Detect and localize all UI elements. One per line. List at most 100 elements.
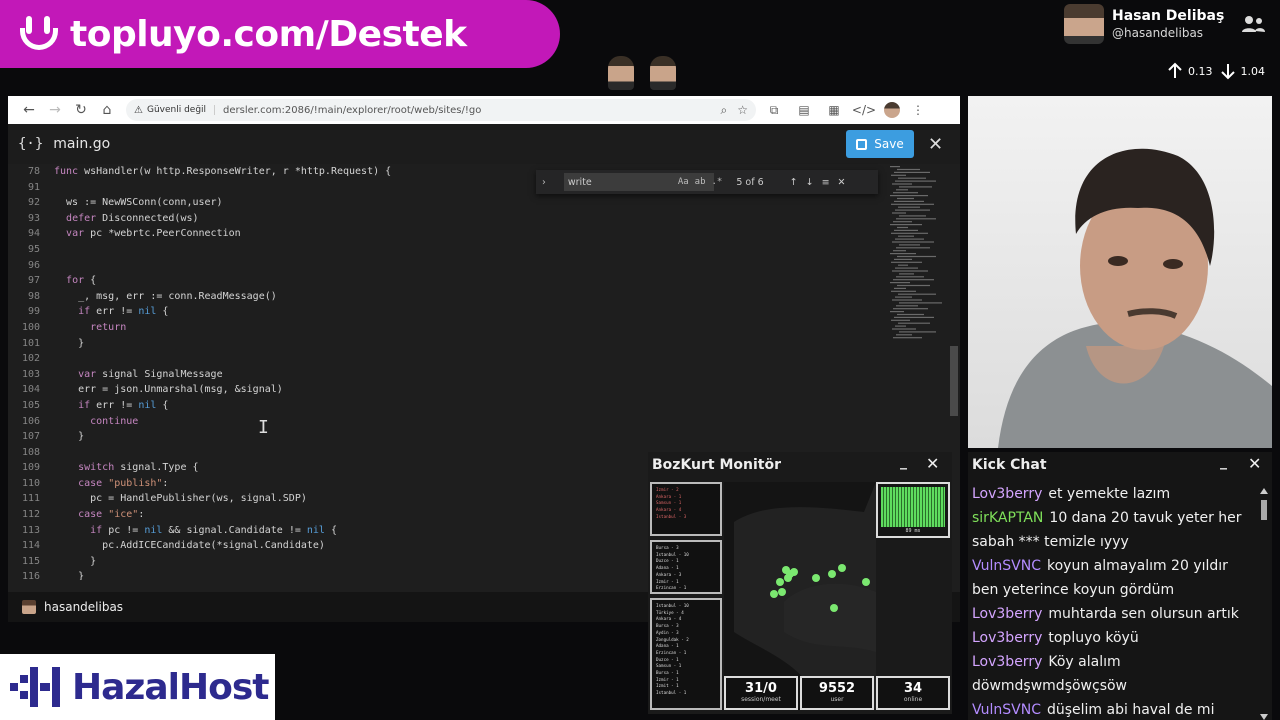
whole-word-icon[interactable]: ab bbox=[695, 177, 706, 187]
line-number: 105 bbox=[21, 399, 40, 411]
minimize-icon[interactable]: _ bbox=[900, 454, 907, 470]
streamer-handle: @hasandelibas bbox=[1112, 26, 1204, 40]
chat-text: et yemekte lazım bbox=[1048, 486, 1171, 502]
line-number: 95 bbox=[27, 243, 40, 255]
forward-icon[interactable]: → bbox=[42, 99, 68, 121]
chat-text: topluyo köyü bbox=[1048, 630, 1139, 646]
monitor-list-item: Istanbul - 10 bbox=[656, 603, 689, 608]
arrow-down-icon[interactable]: ↓ bbox=[806, 177, 814, 188]
chat-username[interactable]: sirKAPTAN bbox=[972, 510, 1043, 526]
code-text: } bbox=[54, 571, 85, 580]
close-icon[interactable]: ✕ bbox=[928, 134, 943, 155]
code-line[interactable]: 95 bbox=[8, 242, 888, 258]
map-point[interactable] bbox=[838, 564, 846, 572]
reload-icon[interactable]: ↻ bbox=[68, 99, 94, 121]
map-point[interactable] bbox=[790, 568, 798, 576]
find-in-selection-icon[interactable]: ≡ bbox=[822, 177, 830, 188]
map-point[interactable] bbox=[778, 588, 786, 596]
map-point[interactable] bbox=[812, 574, 820, 582]
close-find-icon[interactable]: ✕ bbox=[838, 177, 846, 188]
chevron-right-icon[interactable]: › bbox=[542, 177, 546, 188]
chat-message: VulnSVNC koyun almayalım 20 yıldır ben ye… bbox=[972, 554, 1256, 602]
warning-icon: ⚠ bbox=[134, 104, 143, 116]
chat-username[interactable]: Lov3berry bbox=[972, 654, 1042, 670]
code-line[interactable]: 100 return bbox=[8, 320, 888, 336]
extensions-icon[interactable]: ⧉ bbox=[762, 99, 786, 121]
chat-username[interactable]: Lov3berry bbox=[972, 606, 1042, 622]
code-line[interactable]: 106 continue bbox=[8, 414, 888, 430]
monitor-header: BozKurt Monitör _ ✕ bbox=[648, 452, 952, 478]
chat-username[interactable]: VulnSVNC bbox=[972, 558, 1041, 574]
viewer-avatar bbox=[608, 56, 634, 90]
code-line[interactable]: 96 bbox=[8, 258, 888, 274]
code-line[interactable]: 101 } bbox=[8, 336, 888, 352]
code-line[interactable]: 97 for { bbox=[8, 273, 888, 289]
map-point[interactable] bbox=[784, 574, 792, 582]
code-text: if err != nil { bbox=[78, 306, 169, 318]
profile-avatar-icon[interactable] bbox=[884, 102, 900, 118]
monitor-list-bottom[interactable]: Istanbul - 10 Türkiye - 4 Ankara - 4 Bursa … bbox=[650, 598, 722, 710]
code-line[interactable]: 98 _, msg, err := conn.ReadMessage() bbox=[8, 289, 888, 305]
find-input[interactable]: write bbox=[563, 173, 714, 191]
network-stats: 0.13 1.04 bbox=[1166, 62, 1271, 80]
menu-kebab-icon[interactable]: ⋮ bbox=[906, 99, 930, 121]
line-number: 110 bbox=[21, 477, 40, 489]
code-line[interactable]: 94 var pc *webrtc.PeerConnection bbox=[8, 226, 888, 242]
code-line[interactable]: 93 defer Disconnected(ws) bbox=[8, 211, 888, 227]
code-line[interactable]: 105 if err != nil { bbox=[8, 398, 888, 414]
code-line[interactable]: 103 var signal SignalMessage bbox=[8, 367, 888, 383]
line-number: 100 bbox=[21, 321, 40, 333]
code-minimap[interactable] bbox=[888, 164, 948, 344]
regex-icon[interactable]: .* bbox=[712, 177, 723, 187]
map-point[interactable] bbox=[862, 578, 870, 586]
people-icon[interactable] bbox=[1240, 14, 1266, 34]
address-bar[interactable]: ⚠ Güvenli değil dersler.com:2086/!main/e… bbox=[126, 99, 756, 121]
map-point[interactable] bbox=[830, 604, 838, 612]
arrow-up-icon[interactable]: ↑ bbox=[790, 177, 798, 188]
line-number: 98 bbox=[27, 290, 40, 302]
back-icon[interactable]: ← bbox=[16, 99, 42, 121]
save-disk-icon bbox=[856, 138, 868, 150]
zoom-icon[interactable]: ⌕ bbox=[721, 103, 728, 118]
map-point[interactable] bbox=[828, 570, 836, 578]
hazalhost-mark-icon bbox=[10, 667, 60, 707]
close-icon[interactable]: ✕ bbox=[926, 454, 939, 473]
devtools-icon[interactable]: </> bbox=[852, 99, 876, 121]
save-button[interactable]: Save bbox=[846, 130, 914, 158]
editor-scrollbar[interactable] bbox=[950, 346, 958, 416]
code-text: _, msg, err := conn.ReadMessage() bbox=[54, 290, 277, 302]
code-line[interactable]: 99 if err != nil { bbox=[8, 304, 888, 320]
monitor-list-item: Istanbul - 3 bbox=[656, 513, 687, 519]
home-icon[interactable]: ⌂ bbox=[94, 99, 120, 121]
code-text: } bbox=[54, 431, 85, 443]
topluyo-banner: topluyo.com/Destek bbox=[0, 0, 560, 68]
reading-list-icon[interactable]: ▤ bbox=[792, 99, 816, 121]
bozkurt-monitor: BozKurt Monitör _ ✕ Izmir - 2 Ankara - 1S… bbox=[648, 452, 952, 714]
url-text[interactable]: dersler.com:2086/!main/explorer/root/web… bbox=[223, 105, 710, 116]
code-line[interactable]: 107 } bbox=[8, 429, 888, 445]
apps-icon[interactable]: ▦ bbox=[822, 99, 846, 121]
map-point[interactable] bbox=[770, 590, 778, 598]
chat-username[interactable]: Lov3berry bbox=[972, 486, 1042, 502]
line-number: 104 bbox=[21, 384, 40, 396]
minimize-icon[interactable]: _ bbox=[1220, 454, 1227, 470]
line-number: 106 bbox=[21, 415, 40, 427]
line-number: 94 bbox=[27, 228, 40, 240]
line-number: 116 bbox=[21, 571, 40, 580]
chat-scrollbar[interactable] bbox=[1260, 488, 1268, 720]
map-point[interactable] bbox=[776, 578, 784, 586]
editor-header: {·} main.go Save ✕ bbox=[8, 124, 960, 164]
chat-username[interactable]: Lov3berry bbox=[972, 630, 1042, 646]
monitor-list-item: Izmir - 1 bbox=[656, 578, 679, 584]
code-text: } bbox=[54, 337, 85, 349]
close-icon[interactable]: ✕ bbox=[1248, 454, 1261, 473]
code-line[interactable]: 102 bbox=[8, 351, 888, 367]
code-line[interactable]: 92 ws := NewWSConn(conn,user) bbox=[8, 195, 888, 211]
banner-text: topluyo.com/Destek bbox=[70, 13, 467, 55]
match-case-icon[interactable]: Aa bbox=[678, 177, 689, 187]
code-line[interactable]: 104 err = json.Unmarshal(msg, &signal) bbox=[8, 382, 888, 398]
download-value: 1.04 bbox=[1240, 64, 1266, 78]
monitor-list-mid[interactable]: Bursa - 3 Istanbul - 10 Duzce - 1 Adana - 1… bbox=[650, 540, 722, 594]
bookmark-star-icon[interactable]: ☆ bbox=[737, 103, 748, 117]
chat-username[interactable]: VulnSVNC bbox=[972, 702, 1041, 718]
